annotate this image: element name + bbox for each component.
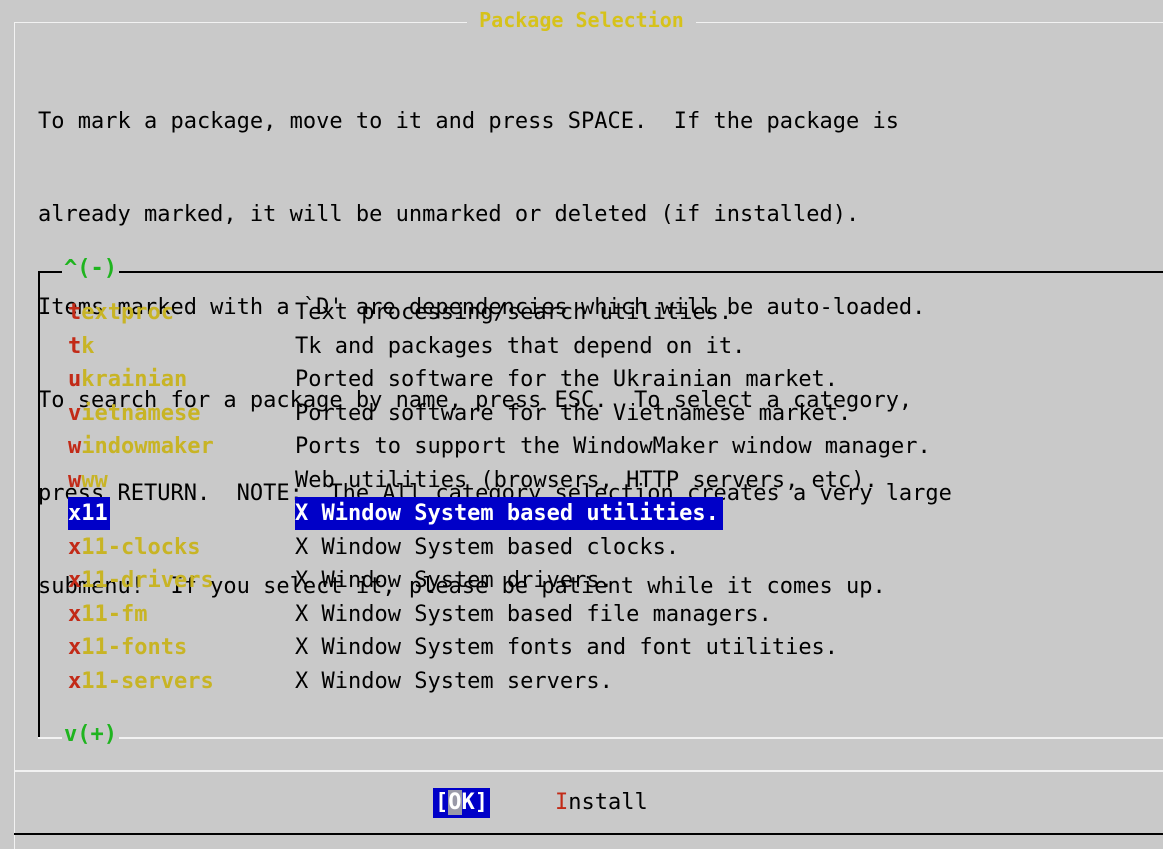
category-hotkey: x bbox=[68, 601, 82, 627]
category-hotkey: x bbox=[68, 568, 82, 593]
category-name: x11-fm bbox=[68, 598, 147, 631]
dialog-bottom-border bbox=[14, 833, 1163, 835]
category-name-rest: indowmaker bbox=[81, 434, 214, 459]
category-description: X Window System servers. bbox=[295, 668, 613, 694]
category-name-rest: 11 bbox=[81, 501, 108, 526]
category-name-rest: extproc bbox=[81, 300, 174, 325]
category-name-rest: 11-clocks bbox=[81, 534, 201, 560]
install-button[interactable]: Install bbox=[555, 788, 648, 818]
category-hotkey: w bbox=[68, 467, 82, 493]
category-hotkey: w bbox=[68, 434, 82, 459]
dialog-title-bar: Package Selection bbox=[0, 8, 1163, 33]
category-description: Ported software for the Ukrainian market… bbox=[295, 367, 839, 392]
category-name-rest: ww bbox=[81, 467, 108, 493]
category-hotkey: x bbox=[68, 501, 82, 526]
category-name-rest: 11-fm bbox=[81, 601, 148, 627]
category-description: Ported software for the Vietnamese marke… bbox=[295, 400, 852, 426]
list-top-border bbox=[38, 271, 1163, 273]
category-name-rest: 11-servers bbox=[81, 668, 214, 694]
category-description: Web utilities (browsers, HTTP servers, e… bbox=[295, 467, 878, 493]
category-name-rest: k bbox=[81, 333, 95, 359]
category-name: x11-clocks bbox=[68, 531, 200, 564]
category-name-rest: krainian bbox=[81, 367, 188, 392]
category-name: windowmaker bbox=[68, 430, 214, 463]
install-label-rest: nstall bbox=[568, 790, 648, 815]
dialog-title: Package Selection bbox=[467, 8, 696, 32]
category-name: x11-servers bbox=[68, 665, 214, 698]
category-name-rest: ietnamese bbox=[81, 400, 201, 426]
scroll-down-indicator[interactable]: v(+) bbox=[62, 722, 119, 747]
category-description: Text processing/search utilities. bbox=[295, 300, 733, 325]
category-description: X Window System fonts and font utilities… bbox=[295, 635, 839, 660]
category-name: x11-fonts bbox=[68, 631, 187, 664]
instruction-line: already marked, it will be unmarked or d… bbox=[38, 202, 860, 227]
dialog-left-border bbox=[14, 22, 15, 849]
ok-label-rest: K] bbox=[461, 790, 489, 815]
category-hotkey: x bbox=[68, 635, 82, 660]
terminal-screen: Package Selection To mark a package, mov… bbox=[0, 0, 1163, 849]
list-bottom-border bbox=[38, 737, 1163, 739]
category-name-rest: 11-fonts bbox=[81, 635, 188, 660]
category-description: X Window System drivers. bbox=[295, 568, 613, 593]
category-hotkey: t bbox=[68, 300, 82, 325]
category-description: X Window System based clocks. bbox=[295, 534, 680, 560]
scroll-up-indicator[interactable]: ^(-) bbox=[62, 256, 119, 281]
category-description: X Window System based utilities. bbox=[295, 497, 723, 530]
ok-hotkey: O bbox=[448, 790, 462, 815]
category-hotkey: v bbox=[68, 400, 82, 426]
category-hotkey: x bbox=[68, 668, 82, 694]
category-description: X Window System based file managers. bbox=[295, 601, 772, 627]
install-hotkey: I bbox=[555, 790, 569, 815]
category-name: ukrainian bbox=[68, 363, 187, 396]
category-name: textproc bbox=[68, 296, 174, 329]
category-name: x11-drivers bbox=[68, 564, 214, 597]
category-name-rest: 11-drivers bbox=[81, 568, 214, 593]
category-description: Ports to support the WindowMaker window … bbox=[295, 434, 931, 459]
category-hotkey: x bbox=[68, 534, 82, 560]
category-name: vietnamese bbox=[68, 397, 200, 430]
category-name: www bbox=[68, 464, 108, 497]
category-name: x11 bbox=[68, 497, 110, 530]
instruction-line: To mark a package, move to it and press … bbox=[38, 109, 899, 134]
category-hotkey: u bbox=[68, 367, 82, 392]
category-description: Tk and packages that depend on it. bbox=[295, 333, 746, 359]
ok-button[interactable]: [OK] bbox=[433, 788, 490, 818]
category-name: tk bbox=[68, 330, 95, 363]
button-bar-separator bbox=[14, 770, 1163, 772]
ok-open-bracket: [ bbox=[435, 790, 449, 815]
category-hotkey: t bbox=[68, 333, 82, 359]
list-left-border bbox=[38, 271, 40, 737]
